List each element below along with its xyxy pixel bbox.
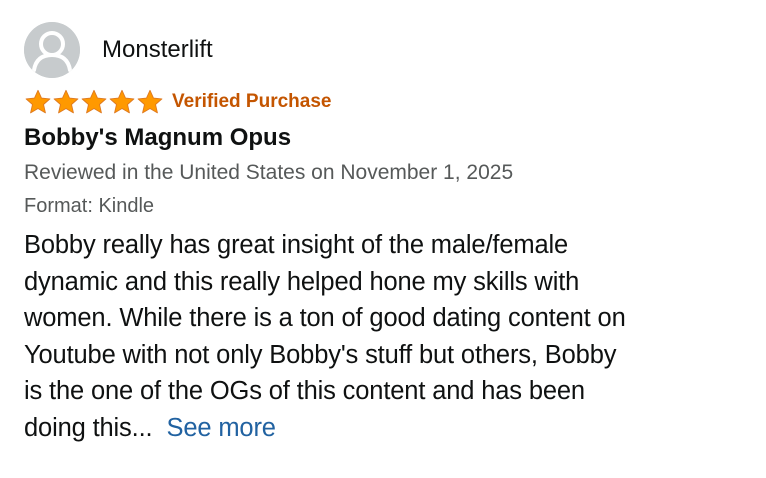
verified-purchase-badge: Verified Purchase (172, 91, 332, 112)
review-body-line: is the one of the OGs of this content an… (24, 377, 585, 405)
star-icon (53, 89, 79, 113)
reviewer-profile[interactable]: Monsterlift (24, 22, 749, 78)
review-body-line: dynamic and this really helped hone my s… (24, 267, 580, 296)
review-body-line: women. While there is a ton of good dati… (24, 304, 626, 332)
review-format: Format: Kindle (24, 195, 155, 217)
review-body: Bobby really has great insight of the ma… (24, 227, 749, 446)
review-body-line: Bobby really has great insight of the ma… (24, 231, 569, 259)
review-body-line: doing this... (24, 413, 153, 442)
rating-row: Verified Purchase (24, 88, 749, 116)
review-body-last-line: doing this... See more (24, 410, 749, 447)
review-body-line: Youtube with not only Bobby's stuff but … (24, 340, 617, 369)
reviewer-name[interactable]: Monsterlift (102, 35, 213, 65)
review-date: Reviewed in the United States on Novembe… (24, 161, 514, 184)
see-more-link[interactable]: See more (166, 414, 276, 442)
star-rating[interactable] (24, 89, 164, 116)
star-icon (81, 89, 107, 113)
customer-review: Monsterlift Verified Purchase Bobby's Ma… (24, 22, 749, 446)
star-icon (137, 89, 163, 113)
star-icon (25, 89, 51, 113)
review-title[interactable]: Bobby's Magnum Opus (24, 122, 749, 154)
default-user-avatar-icon[interactable] (24, 22, 80, 78)
star-icon (109, 89, 135, 113)
